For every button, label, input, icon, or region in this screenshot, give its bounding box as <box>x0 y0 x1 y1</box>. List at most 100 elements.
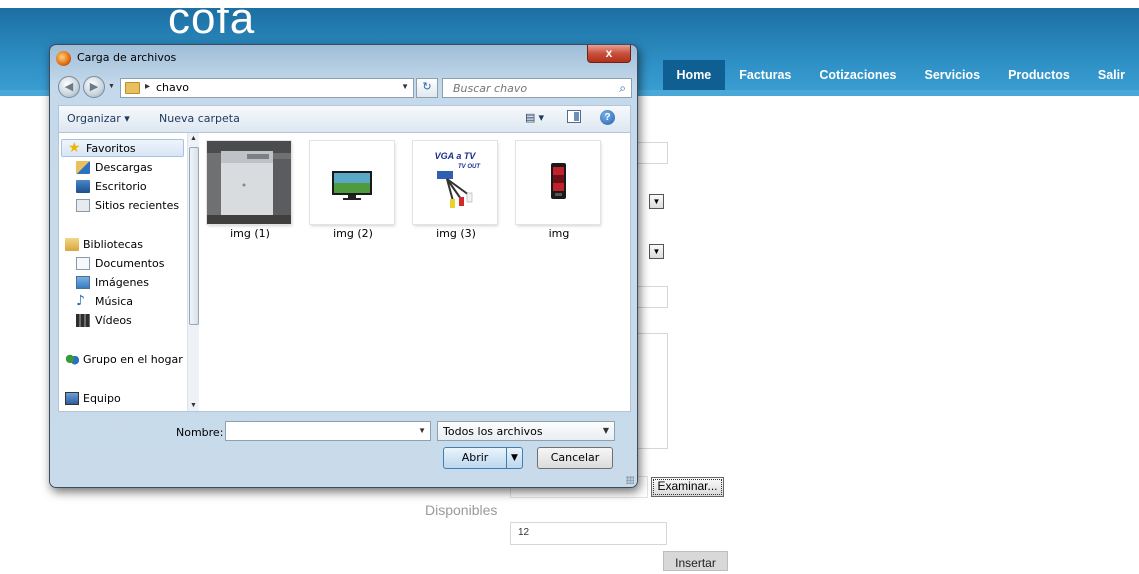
nav-imagenes[interactable]: Imágenes <box>59 274 186 292</box>
nav-sitios-recientes[interactable]: Sitios recientes <box>59 197 186 215</box>
dialog-title: Carga de archivos <box>77 51 177 64</box>
close-button[interactable]: x <box>587 45 631 63</box>
file-thumbnail[interactable] <box>310 141 394 224</box>
vga-cable-image: VGA a TV TV OUT <box>413 141 497 224</box>
nav-documentos[interactable]: Documentos <box>59 255 186 273</box>
firefox-icon <box>56 51 71 66</box>
nav-escritorio[interactable]: Escritorio <box>59 178 186 196</box>
nav-label: Bibliotecas <box>83 238 144 251</box>
thumbnail-subtitle: TV OUT <box>458 164 481 170</box>
file-name: img (1) <box>230 227 270 240</box>
nav-musica[interactable]: ♪ Música <box>59 293 186 311</box>
videos-icon <box>76 314 90 327</box>
file-name: img <box>548 227 570 240</box>
scrollbar-thumb[interactable] <box>189 147 199 325</box>
search-input[interactable] <box>443 79 603 97</box>
filename-input[interactable] <box>226 422 406 440</box>
phone-image <box>516 141 600 224</box>
nav-label: Sitios recientes <box>95 199 180 212</box>
nav-videos[interactable]: Vídeos <box>59 312 186 330</box>
folder-icon <box>125 82 140 94</box>
star-icon: ★ <box>68 140 81 156</box>
nav-label: Favoritos <box>86 142 136 155</box>
downloads-folder-icon <box>76 161 90 174</box>
nav-label: Vídeos <box>95 314 132 327</box>
nav-salir[interactable]: Salir <box>1084 60 1139 90</box>
file-list: img (1) img (2) VGA a TV TV OUT img (3) … <box>207 133 630 411</box>
nav-label: Grupo en el hogar <box>83 353 183 366</box>
refresh-icon: ↻ <box>422 81 432 93</box>
navigation-pane: ★ Favoritos Descargas Escritorio Sitios … <box>59 133 199 411</box>
breadcrumb-folder[interactable]: chavo <box>156 81 189 94</box>
nav-home[interactable]: Home <box>662 60 726 90</box>
filename-label: Nombre: <box>176 426 224 439</box>
tv-image <box>310 141 394 224</box>
chevron-down-icon[interactable]: ▼ <box>401 82 409 91</box>
back-arrow-icon[interactable]: ◀ <box>58 76 80 98</box>
file-type-select[interactable]: Todos los archivos ▼ <box>437 421 615 441</box>
chevron-down-icon[interactable]: ▼ <box>418 426 426 435</box>
scroll-up-icon[interactable]: ▲ <box>190 135 197 142</box>
file-type-value: Todos los archivos <box>443 425 543 438</box>
dialog-toolbar: Organizar ▾ Nueva carpeta ▤ ▾ ? <box>58 105 631 132</box>
filename-field[interactable]: ▼ <box>225 421 431 441</box>
computer-icon <box>65 392 79 405</box>
pictures-icon <box>76 276 90 289</box>
nav-descargas[interactable]: Descargas <box>59 159 186 177</box>
thumbnail-title: VGA a TV <box>435 151 477 161</box>
forward-arrow-icon[interactable]: ▶ <box>83 76 105 98</box>
disponibles-label: Disponibles <box>425 502 498 518</box>
nav-label: Equipo <box>83 392 121 405</box>
search-box[interactable]: ⌕ <box>442 78 632 98</box>
file-name: img (2) <box>333 227 373 240</box>
nav-equipo[interactable]: Equipo <box>59 390 186 408</box>
file-upload-dialog: Carga de archivos x ◀ ▶ ▼ ▸ chavo ▼ ↻ ⌕ … <box>49 44 638 488</box>
nav-pane-scrollbar[interactable]: ▲ ▼ <box>187 133 199 411</box>
insertar-button[interactable]: Insertar <box>663 551 728 571</box>
new-folder-button[interactable]: Nueva carpeta <box>159 112 240 125</box>
select-arrow-icon[interactable]: ▼ <box>649 194 664 209</box>
dialog-panes: ★ Favoritos Descargas Escritorio Sitios … <box>58 132 631 412</box>
open-button-label[interactable]: Abrir <box>444 448 506 468</box>
help-icon[interactable]: ? <box>600 110 615 125</box>
desktop-icon <box>76 180 90 193</box>
nav-favoritos[interactable]: ★ Favoritos <box>61 139 184 157</box>
file-thumbnail[interactable] <box>516 141 600 224</box>
nav-servicios[interactable]: Servicios <box>910 60 994 90</box>
resize-grip-icon[interactable] <box>626 476 634 484</box>
music-icon: ♪ <box>76 293 85 309</box>
nav-facturas[interactable]: Facturas <box>725 60 805 90</box>
address-bar[interactable]: ▸ chavo ▼ <box>120 78 414 98</box>
scroll-down-icon[interactable]: ▼ <box>190 402 197 409</box>
dialog-titlebar[interactable]: Carga de archivos x <box>50 45 637 71</box>
view-options-icon[interactable]: ▤ ▾ <box>525 111 544 124</box>
history-dropdown-icon[interactable]: ▼ <box>108 83 115 90</box>
recent-places-icon <box>76 199 90 212</box>
site-logo: cofa <box>168 0 256 43</box>
main-nav: Home Facturas Cotizaciones Servicios Pro… <box>662 60 1139 90</box>
nav-productos[interactable]: Productos <box>994 60 1084 90</box>
nav-grupo-hogar[interactable]: Grupo en el hogar <box>59 351 186 369</box>
disponibles-input[interactable]: 12 <box>510 522 667 545</box>
cancel-button[interactable]: Cancelar <box>537 447 613 469</box>
nav-cotizaciones[interactable]: Cotizaciones <box>805 60 910 90</box>
file-thumbnail[interactable]: VGA a TV TV OUT <box>413 141 497 224</box>
search-icon[interactable]: ⌕ <box>619 81 626 96</box>
nav-label: Descargas <box>95 161 153 174</box>
open-split-arrow-icon[interactable]: ▼ <box>506 448 522 468</box>
select-arrow-icon[interactable]: ▼ <box>649 244 664 259</box>
nav-label: Imágenes <box>95 276 149 289</box>
nav-label: Música <box>95 295 134 308</box>
nav-label: Escritorio <box>95 180 147 193</box>
file-thumbnail[interactable] <box>207 141 291 224</box>
breadcrumb-chevron-icon[interactable]: ▸ <box>145 81 150 92</box>
nav-bibliotecas[interactable]: Bibliotecas <box>59 236 186 254</box>
preview-pane-icon[interactable] <box>567 110 581 123</box>
chevron-down-icon[interactable]: ▼ <box>603 426 609 435</box>
homegroup-icon <box>65 353 79 366</box>
open-button[interactable]: Abrir ▼ <box>443 447 523 469</box>
refresh-button[interactable]: ↻ <box>416 78 438 98</box>
documents-icon <box>76 257 90 270</box>
examinar-button[interactable]: Examinar... <box>651 477 724 497</box>
organizar-menu[interactable]: Organizar ▾ <box>67 112 130 125</box>
